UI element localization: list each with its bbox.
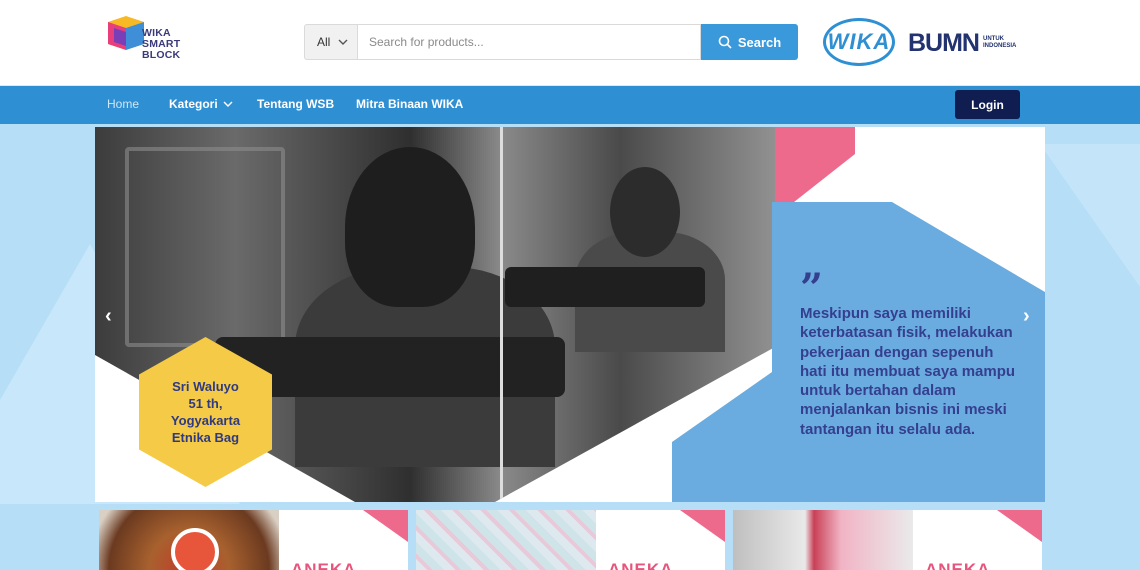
bumn-sub2: INDONESIA [983,43,1017,49]
nav-item-label: Tentang WSB [257,97,335,111]
logo-text-line3: BLOCK [142,49,181,61]
category-image [733,510,913,570]
nav-item-label: Kategori [169,97,218,111]
wika-logo: WIKA [823,18,895,66]
chevron-down-icon [223,101,233,107]
nav-item-label: Home [107,97,140,111]
category-image [416,510,596,570]
search-category-value: All [317,35,331,49]
person-city: Yogyakarta [170,413,241,428]
login-button[interactable]: Login [955,90,1020,119]
hero-slider: ” Meskipun saya memiliki keterbatasan fi… [95,127,1045,502]
main-nav: Home Kategori Tentang WSB Mitra Binaan W… [0,86,1140,124]
category-label: ANEKA [608,560,674,570]
quote-icon: ” [800,265,824,312]
search-icon [718,35,732,49]
person-age: 51 th, [188,396,223,411]
person-name: Sri Waluyo [172,379,239,394]
bumn-logo: BUMN UNTUK INDONESIA [908,28,1016,58]
search-button[interactable]: Search [701,24,798,60]
photo-detail [345,147,475,307]
decor-pink-shape [680,510,725,542]
category-card[interactable]: ANEKA [733,510,1042,570]
search-input[interactable] [357,24,701,60]
search-button-label: Search [737,34,782,50]
slider-prev-arrow-icon[interactable]: ‹ [105,305,112,328]
person-badge-hexagon: Sri Waluyo 51 th, Yogyakarta Etnika Bag [139,337,272,487]
person-info: Sri Waluyo 51 th, Yogyakarta Etnika Bag [171,378,240,446]
photo-detail [505,267,705,307]
nav-item-kategori[interactable]: Kategori [169,97,233,111]
category-image [99,510,279,570]
nav-item-label: Mitra Binaan WIKA [356,97,464,111]
search-category-select[interactable]: All [304,24,357,60]
chevron-down-icon [338,39,348,45]
wika-logo-text: WIKA [827,29,891,54]
photo-detail [125,147,285,347]
logo-cube-icon [108,16,144,50]
bumn-logo-subtext: UNTUK INDONESIA [983,36,1016,50]
nav-item-tentang-wsb[interactable]: Tentang WSB [257,97,334,111]
wika-smart-block-logo[interactable]: WIKA SMART BLOCK [106,16,196,70]
bumn-logo-text: BUMN [908,28,980,57]
category-card[interactable]: ANEKA [416,510,725,570]
category-label: ANEKA [291,560,357,570]
nav-item-mitra-binaan[interactable]: Mitra Binaan WIKA [356,97,463,111]
testimonial-quote: Meskipun saya memiliki keterbatasan fisi… [800,305,1016,438]
decor-pink-shape [363,510,408,542]
photo-divider [500,127,503,502]
bg-shape [1040,144,1140,344]
decor-pink-shape [997,510,1042,542]
category-label: ANEKA [925,560,991,570]
category-card[interactable]: ANEKA [99,510,408,570]
site-header: WIKA SMART BLOCK All Search WIKA BUMN UN… [0,0,1140,86]
search-bar: All Search [304,24,798,60]
person-business: Etnika Bag [171,430,240,445]
nav-item-home[interactable]: Home [107,97,139,111]
product-label [171,528,219,570]
category-cards: ANEKA ANEKA ANEKA [99,510,1042,570]
bumn-sub1: UNTUK [983,36,1004,42]
slider-next-arrow-icon[interactable]: › [1023,305,1030,328]
photo-detail [610,167,680,257]
person-badge: Sri Waluyo 51 th, Yogyakarta Etnika Bag [139,337,272,487]
